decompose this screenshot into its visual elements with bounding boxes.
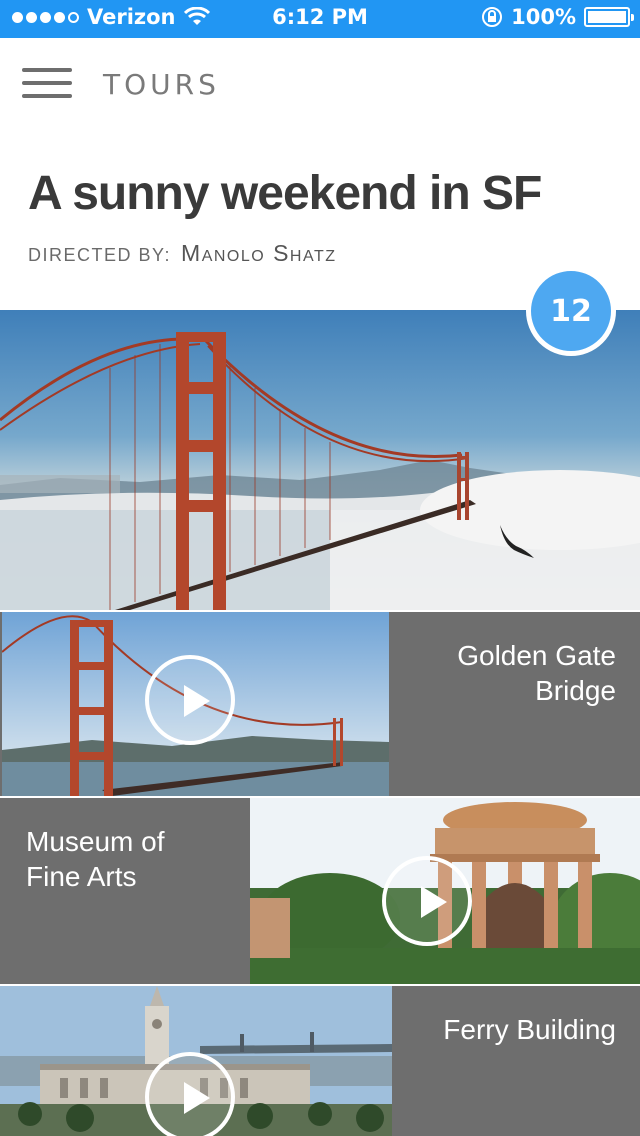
director-credit: DIRECTED BY: Manolo Shatz <box>28 240 337 267</box>
tour-title: A sunny weekend in SF <box>28 167 542 220</box>
tour-item-label: Museum of Fine Arts <box>26 824 165 894</box>
play-button-icon[interactable] <box>145 655 235 745</box>
hero-image[interactable] <box>0 310 640 610</box>
play-button-icon[interactable] <box>145 1052 235 1136</box>
tour-item-label-line2: Fine Arts <box>26 861 137 892</box>
tour-item-label-line2: Bridge <box>535 675 616 706</box>
section-title: TOURS <box>103 68 220 101</box>
battery-icon <box>584 7 634 27</box>
battery-group: 100% <box>481 5 634 29</box>
tour-item-label-line1: Golden Gate <box>457 640 616 671</box>
tour-item-label-line1: Museum of <box>26 826 165 857</box>
ferry-building-thumbnail[interactable] <box>0 986 392 1136</box>
tour-count-badge: 12 <box>526 266 616 356</box>
tour-item-label: Ferry Building <box>443 1012 616 1047</box>
status-bar: Verizon 6:12 PM 100% <box>0 0 640 38</box>
tour-item-museum-fine-arts[interactable]: Museum of Fine Arts <box>0 798 640 984</box>
director-name[interactable]: Manolo Shatz <box>181 240 337 267</box>
tour-item-label: Golden Gate Bridge <box>457 638 616 708</box>
golden-gate-thumbnail[interactable] <box>2 612 389 796</box>
tour-item-label-line1: Ferry Building <box>443 1014 616 1045</box>
battery-percent: 100% <box>511 5 576 29</box>
tour-item-ferry-building[interactable]: Ferry Building <box>0 986 640 1136</box>
hamburger-menu-icon[interactable] <box>22 68 72 98</box>
directed-by-label: DIRECTED BY: <box>28 245 172 265</box>
app-header: TOURS <box>0 38 640 128</box>
museum-thumbnail[interactable] <box>250 798 640 984</box>
tour-item-golden-gate[interactable]: Golden Gate Bridge <box>0 612 640 796</box>
golden-gate-hero-illustration <box>0 332 640 610</box>
play-button-icon[interactable] <box>382 856 472 946</box>
rotation-lock-icon <box>482 7 503 27</box>
